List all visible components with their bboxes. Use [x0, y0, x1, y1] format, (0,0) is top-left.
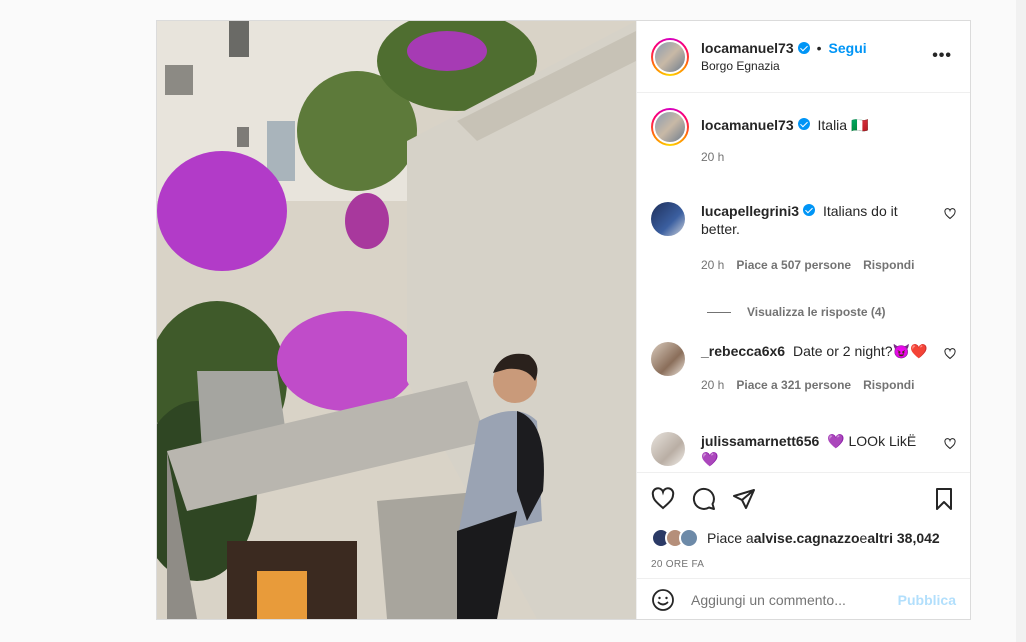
emoji-picker-icon[interactable]: [651, 588, 675, 612]
author-avatar[interactable]: [651, 37, 689, 76]
view-replies-label[interactable]: Visualizza le risposte (4): [747, 305, 886, 319]
caption-username[interactable]: locamanuel73: [701, 117, 794, 133]
post-timestamp[interactable]: 20 ORE FA: [651, 559, 704, 570]
reply-button[interactable]: Rispondi: [863, 256, 914, 274]
likes-middle: e: [859, 530, 868, 546]
share-send-icon[interactable]: [732, 487, 756, 511]
comment-time[interactable]: 20 h: [701, 256, 724, 274]
like-comment-heart-icon[interactable]: [944, 438, 956, 450]
liker-username[interactable]: alvise.cagnazzo: [754, 530, 860, 546]
other-likes-link[interactable]: altri 38,042: [867, 530, 939, 546]
comment-item: _rebecca6x6 Date or 2 night?😈❤️ 20 h Pia…: [651, 342, 956, 394]
verified-badge-icon: [797, 42, 810, 54]
caption-avatar[interactable]: [651, 108, 689, 146]
caption-text: Italia 🇮🇹: [817, 117, 869, 133]
verified-badge-icon: [803, 204, 816, 216]
likers-avatars[interactable]: [651, 528, 699, 548]
comment-input[interactable]: [691, 591, 898, 608]
commenter-avatar[interactable]: [651, 342, 685, 376]
follow-button[interactable]: Segui: [829, 40, 867, 56]
comments-list[interactable]: locamanuel73 Italia 🇮🇹 20 h lucapellegri…: [637, 94, 970, 472]
caption-item: locamanuel73 Italia 🇮🇹 20 h: [651, 108, 956, 166]
action-bar: [637, 472, 970, 522]
post-modal: locamanuel73 • Segui Borgo Egnazia ••• l…: [156, 20, 971, 620]
comment-username[interactable]: lucapellegrini3: [701, 203, 799, 219]
more-options-button[interactable]: •••: [932, 47, 952, 65]
comment-likes-count[interactable]: Piace a 321 persone: [736, 376, 851, 394]
likes-summary: Piace a alvise.cagnazzo e altri 38,042: [651, 528, 940, 548]
comment-item: julissamarnett656 💜 LOOk LikË 💜: [651, 432, 956, 468]
post-location[interactable]: Borgo Egnazia: [701, 59, 867, 73]
photo-illustration: [157, 21, 636, 619]
add-comment-bar: Pubblica: [637, 578, 970, 620]
scrollbar[interactable]: [1016, 0, 1026, 642]
comment-likes-count[interactable]: Piace a 507 persone: [736, 256, 851, 274]
comment-item: lucapellegrini3 Italians do it better. 2…: [651, 202, 956, 274]
commenter-avatar[interactable]: [651, 432, 685, 466]
save-bookmark-icon[interactable]: [932, 487, 956, 511]
publish-button[interactable]: Pubblica: [898, 592, 956, 608]
comment-time[interactable]: 20 h: [701, 376, 724, 394]
comment-username[interactable]: julissamarnett656: [701, 433, 819, 449]
post-header: locamanuel73 • Segui Borgo Egnazia •••: [637, 21, 970, 93]
like-comment-heart-icon[interactable]: [944, 208, 956, 220]
view-replies-button[interactable]: Visualizza le risposte (4): [707, 305, 886, 319]
likes-prefix: Piace a: [707, 530, 754, 546]
replies-line: [707, 311, 731, 313]
post-sidebar: locamanuel73 • Segui Borgo Egnazia ••• l…: [636, 21, 970, 619]
comment-bubble-icon[interactable]: [692, 487, 716, 511]
caption-time[interactable]: 20 h: [701, 148, 724, 166]
comment-username[interactable]: _rebecca6x6: [701, 343, 785, 359]
separator-dot: •: [816, 40, 822, 56]
reply-button[interactable]: Rispondi: [863, 376, 914, 394]
commenter-avatar[interactable]: [651, 202, 685, 236]
comment-text: Date or 2 night?😈❤️: [792, 343, 928, 359]
like-heart-icon[interactable]: [651, 487, 675, 511]
like-comment-heart-icon[interactable]: [944, 348, 956, 360]
author-username[interactable]: locamanuel73: [701, 40, 794, 56]
post-photo[interactable]: [157, 21, 636, 619]
verified-badge-icon: [797, 118, 810, 130]
